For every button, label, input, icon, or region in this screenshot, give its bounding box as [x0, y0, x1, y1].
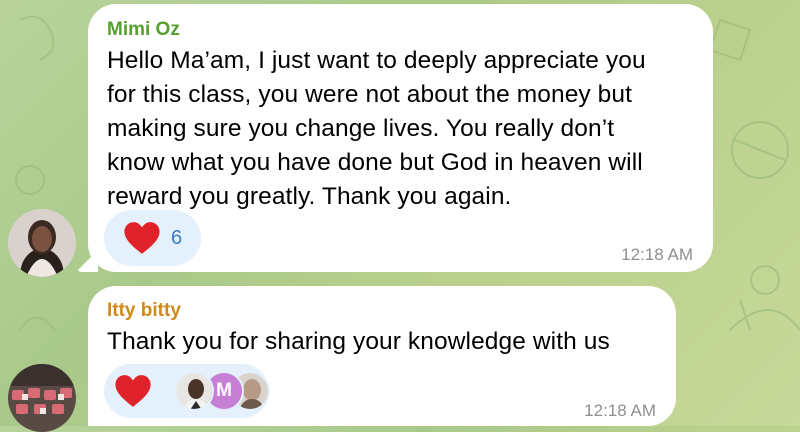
message-bubble[interactable]: Itty bitty Thank you for sharing your kn…: [88, 286, 676, 426]
avatar-photo: [8, 364, 76, 432]
message-text: Thank you for sharing your knowledge wit…: [107, 328, 610, 355]
sender-name[interactable]: Itty bitty: [107, 300, 181, 322]
bubble-tail: [76, 250, 98, 272]
avatar[interactable]: [8, 364, 76, 432]
reaction-pill[interactable]: 6: [104, 210, 201, 266]
avatar-photo: [8, 209, 76, 277]
heart-icon: [115, 375, 151, 407]
reactor-avatar: [174, 371, 214, 411]
avatar[interactable]: [8, 209, 76, 277]
reaction-count: 6: [171, 226, 183, 249]
heart-icon: [124, 222, 160, 254]
sender-name[interactable]: Mimi Oz: [107, 19, 180, 41]
message-time: 12:18 AM: [584, 401, 656, 420]
message-bubble[interactable]: Mimi Oz Hello Ma’am, I just want to deep…: [76, 4, 713, 272]
message-time: 12:18 AM: [621, 245, 693, 264]
reaction-pill[interactable]: M: [104, 364, 270, 418]
message-text: Hello Ma’am, I just want to deeply appre…: [107, 47, 646, 210]
